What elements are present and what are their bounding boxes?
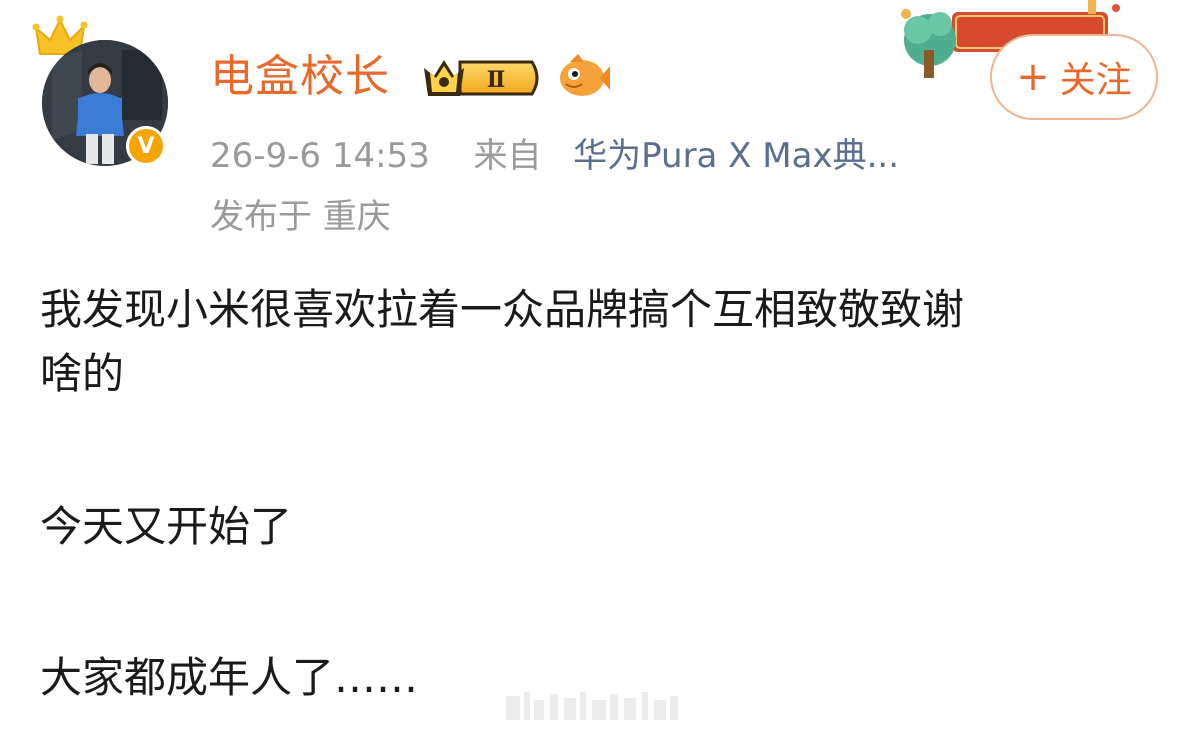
follow-button[interactable]: + 关注 <box>990 34 1158 120</box>
post-location: 发布于 重庆 <box>210 197 391 237</box>
follow-label: 关注 <box>1059 60 1132 101</box>
post-source-device[interactable]: 华为Pura X Max典... <box>573 136 899 176</box>
fish-icon <box>560 54 610 96</box>
vip-level-text: Ⅱ <box>487 67 506 93</box>
vip-level-icon[interactable]: Ⅱ <box>420 54 544 102</box>
post-meta-time-source: 26-9-6 14:53 来自 华为Pura X Max典... <box>210 135 899 177</box>
from-label: 来自 <box>473 136 542 176</box>
post-time[interactable]: 26-9-6 14:53 <box>210 136 430 176</box>
post-text-line: 大家都成年人了…… <box>40 653 419 702</box>
avatar-group[interactable]: V <box>32 14 182 174</box>
plus-icon: + <box>1016 54 1050 100</box>
post-text-line: 今天又开始了 <box>40 502 293 551</box>
watermark-decoration <box>506 692 678 720</box>
post-text-line: 我发现小米很喜欢拉着一众品牌搞个互相致敬致谢 <box>40 285 965 334</box>
post-text-line: 啥的 <box>40 349 125 398</box>
verified-icon: V <box>126 126 166 166</box>
username[interactable]: 电盒校长 <box>210 50 390 104</box>
